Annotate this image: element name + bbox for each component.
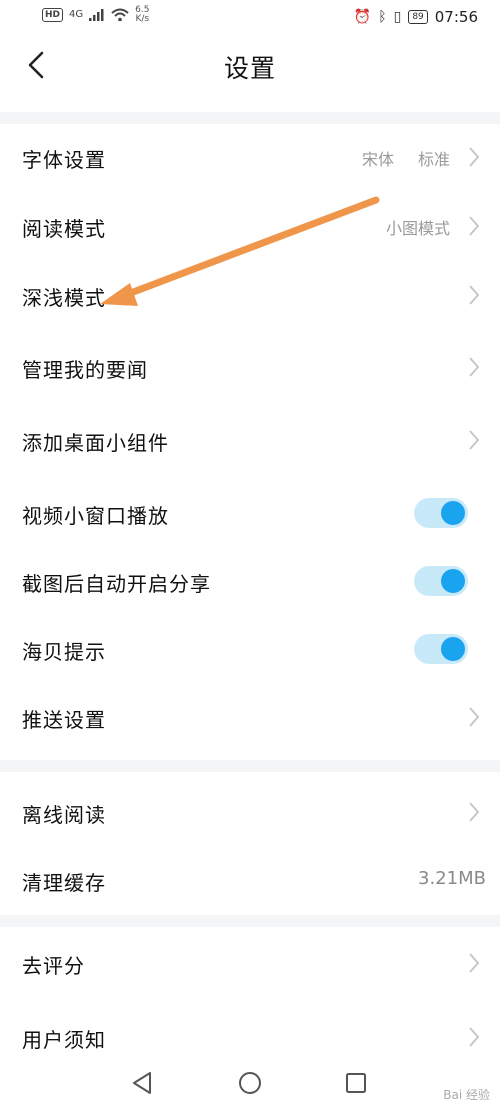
row-push-settings[interactable]: 推送设置 bbox=[0, 684, 500, 752]
toggle-knob bbox=[441, 569, 465, 593]
row-label: 管理我的要闻 bbox=[22, 358, 148, 382]
alarm-icon: ⏰ bbox=[353, 9, 372, 25]
row-font-settings[interactable]: 字体设置 宋体 标准 bbox=[0, 124, 500, 192]
row-manage-news[interactable]: 管理我的要闻 bbox=[0, 334, 500, 402]
section-divider bbox=[0, 760, 500, 772]
cache-size-value: 3.21MB bbox=[418, 868, 486, 889]
section-divider bbox=[0, 915, 500, 927]
row-offline-reading[interactable]: 离线阅读 bbox=[0, 779, 500, 847]
nav-bar: 设置 bbox=[0, 36, 500, 112]
network-speed: 6.5 K/s bbox=[135, 6, 149, 24]
row-rate-app[interactable]: 去评分 bbox=[0, 930, 500, 998]
reading-mode-value: 小图模式 bbox=[385, 219, 450, 238]
network-label: 4G bbox=[69, 9, 84, 20]
row-label: 推送设置 bbox=[22, 708, 106, 732]
row-video-mini-window: 视频小窗口播放 bbox=[0, 480, 500, 548]
row-reading-mode[interactable]: 阅读模式 小图模式 bbox=[0, 193, 500, 261]
system-nav-bar: Bai 经验 bbox=[0, 1050, 500, 1111]
status-bar: HD 4G 6.5 K/s ⏰ ᛒ ▯ 89 07:56 bbox=[0, 0, 500, 36]
recents-square-icon[interactable] bbox=[341, 1068, 371, 1098]
status-time: 07:56 bbox=[434, 8, 478, 26]
section-divider bbox=[0, 112, 500, 124]
row-screenshot-share: 截图后自动开启分享 bbox=[0, 548, 500, 616]
chevron-right-icon bbox=[469, 216, 480, 236]
chevron-right-icon bbox=[469, 285, 480, 305]
signal-icon bbox=[89, 9, 104, 21]
chevron-right-icon bbox=[469, 430, 480, 450]
row-label: 深浅模式 bbox=[22, 286, 106, 310]
chevron-right-icon bbox=[469, 1027, 480, 1047]
chevron-right-icon bbox=[469, 707, 480, 727]
row-label: 字体设置 bbox=[22, 148, 106, 172]
row-label: 阅读模式 bbox=[22, 217, 106, 241]
font-size-value: 标准 bbox=[417, 150, 450, 169]
chevron-right-icon bbox=[469, 357, 480, 377]
row-label: 添加桌面小组件 bbox=[22, 431, 169, 455]
row-label: 截图后自动开启分享 bbox=[22, 572, 211, 596]
home-circle-icon[interactable] bbox=[235, 1068, 265, 1098]
row-clear-cache[interactable]: 清理缓存 3.21MB bbox=[0, 847, 500, 915]
hd-badge: HD bbox=[42, 8, 64, 22]
row-add-widget[interactable]: 添加桌面小组件 bbox=[0, 407, 500, 475]
bluetooth-icon: ᛒ bbox=[378, 9, 387, 25]
row-label: 用户须知 bbox=[22, 1028, 106, 1052]
haibei-tips-toggle[interactable] bbox=[414, 634, 468, 664]
row-label: 清理缓存 bbox=[22, 871, 106, 895]
page-title: 设置 bbox=[223, 54, 276, 83]
video-mini-window-toggle[interactable] bbox=[414, 498, 468, 528]
status-right: ⏰ ᛒ ▯ 89 07:56 bbox=[354, 8, 478, 26]
chevron-right-icon bbox=[469, 953, 480, 973]
toggle-knob bbox=[441, 637, 465, 661]
battery-icon: 89 bbox=[408, 10, 428, 24]
font-family-value: 宋体 bbox=[361, 150, 394, 169]
screenshot-share-toggle[interactable] bbox=[414, 566, 468, 596]
row-label: 海贝提示 bbox=[22, 640, 106, 664]
row-label: 离线阅读 bbox=[22, 803, 106, 827]
speed-unit: K/s bbox=[135, 14, 150, 24]
back-triangle-icon[interactable] bbox=[128, 1068, 158, 1098]
row-label: 视频小窗口播放 bbox=[22, 504, 169, 528]
row-user-notice[interactable]: 用户须知 bbox=[0, 1004, 500, 1052]
wifi-icon bbox=[111, 8, 129, 22]
status-left: HD 4G 6.5 K/s bbox=[42, 6, 149, 24]
chevron-right-icon bbox=[469, 147, 480, 167]
watermark: Bai 经验 bbox=[443, 1088, 490, 1102]
row-label: 去评分 bbox=[22, 954, 85, 978]
chevron-right-icon bbox=[469, 802, 480, 822]
row-theme-mode[interactable]: 深浅模式 bbox=[0, 262, 500, 330]
toggle-knob bbox=[441, 501, 465, 525]
vibrate-icon: ▯ bbox=[393, 9, 402, 25]
row-haibei-tips: 海贝提示 bbox=[0, 616, 500, 684]
